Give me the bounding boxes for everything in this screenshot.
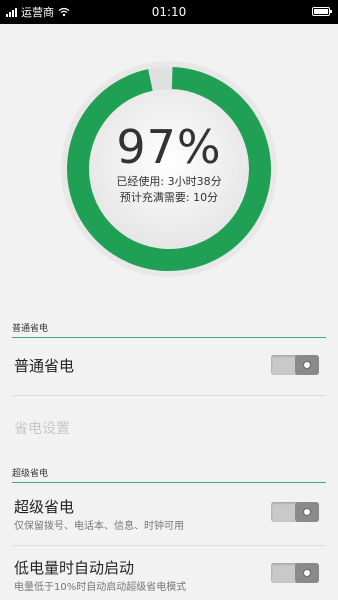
auto-start-desc: 电量低于10%时自动启动超级省电模式	[14, 582, 187, 593]
super-saving-desc: 仅保留拨号、电话本、信息、时钟可用	[14, 521, 184, 532]
toggle-knob-dot	[303, 361, 311, 369]
charge-line: 预计充满需要: 10分	[120, 190, 218, 206]
gauge-text: 97% 已经使用: 3小时38分 预计充满需要: 10分	[59, 59, 279, 279]
toggle-knob	[295, 563, 319, 583]
divider	[12, 545, 326, 546]
divider	[12, 395, 326, 396]
power-settings-item[interactable]: 省电设置	[14, 418, 70, 438]
toggle-knob-dot	[303, 508, 311, 516]
used-label: 已经使用:	[116, 175, 165, 188]
usage-line: 已经使用: 3小时38分	[116, 174, 221, 190]
super-saving-toggle[interactable]	[271, 502, 319, 522]
used-value: 3小时38分	[167, 175, 222, 188]
auto-start-toggle[interactable]	[271, 563, 319, 583]
super-saving-title: 超级省电	[14, 498, 75, 516]
status-bar: 运营商 01:10	[0, 0, 338, 24]
toggle-knob	[295, 502, 319, 522]
full-charge-label: 预计充满需要:	[119, 191, 190, 204]
status-time: 01:10	[151, 5, 187, 19]
battery-gauge: 97% 已经使用: 3小时38分 预计充满需要: 10分	[59, 59, 279, 279]
section-header-super: 超级省电	[12, 466, 326, 483]
toggle-knob	[295, 355, 319, 375]
battery-icon	[312, 7, 332, 16]
battery-fill	[314, 9, 328, 14]
toggle-knob-dot	[303, 569, 311, 577]
normal-saving-label: 普通省电	[14, 357, 75, 375]
full-charge-value: 10分	[193, 191, 219, 204]
battery-percent: 97%	[116, 120, 222, 174]
normal-saving-toggle[interactable]	[271, 355, 319, 375]
section-header-normal: 普通省电	[12, 321, 326, 338]
auto-start-title: 低电量时自动启动	[14, 559, 135, 577]
